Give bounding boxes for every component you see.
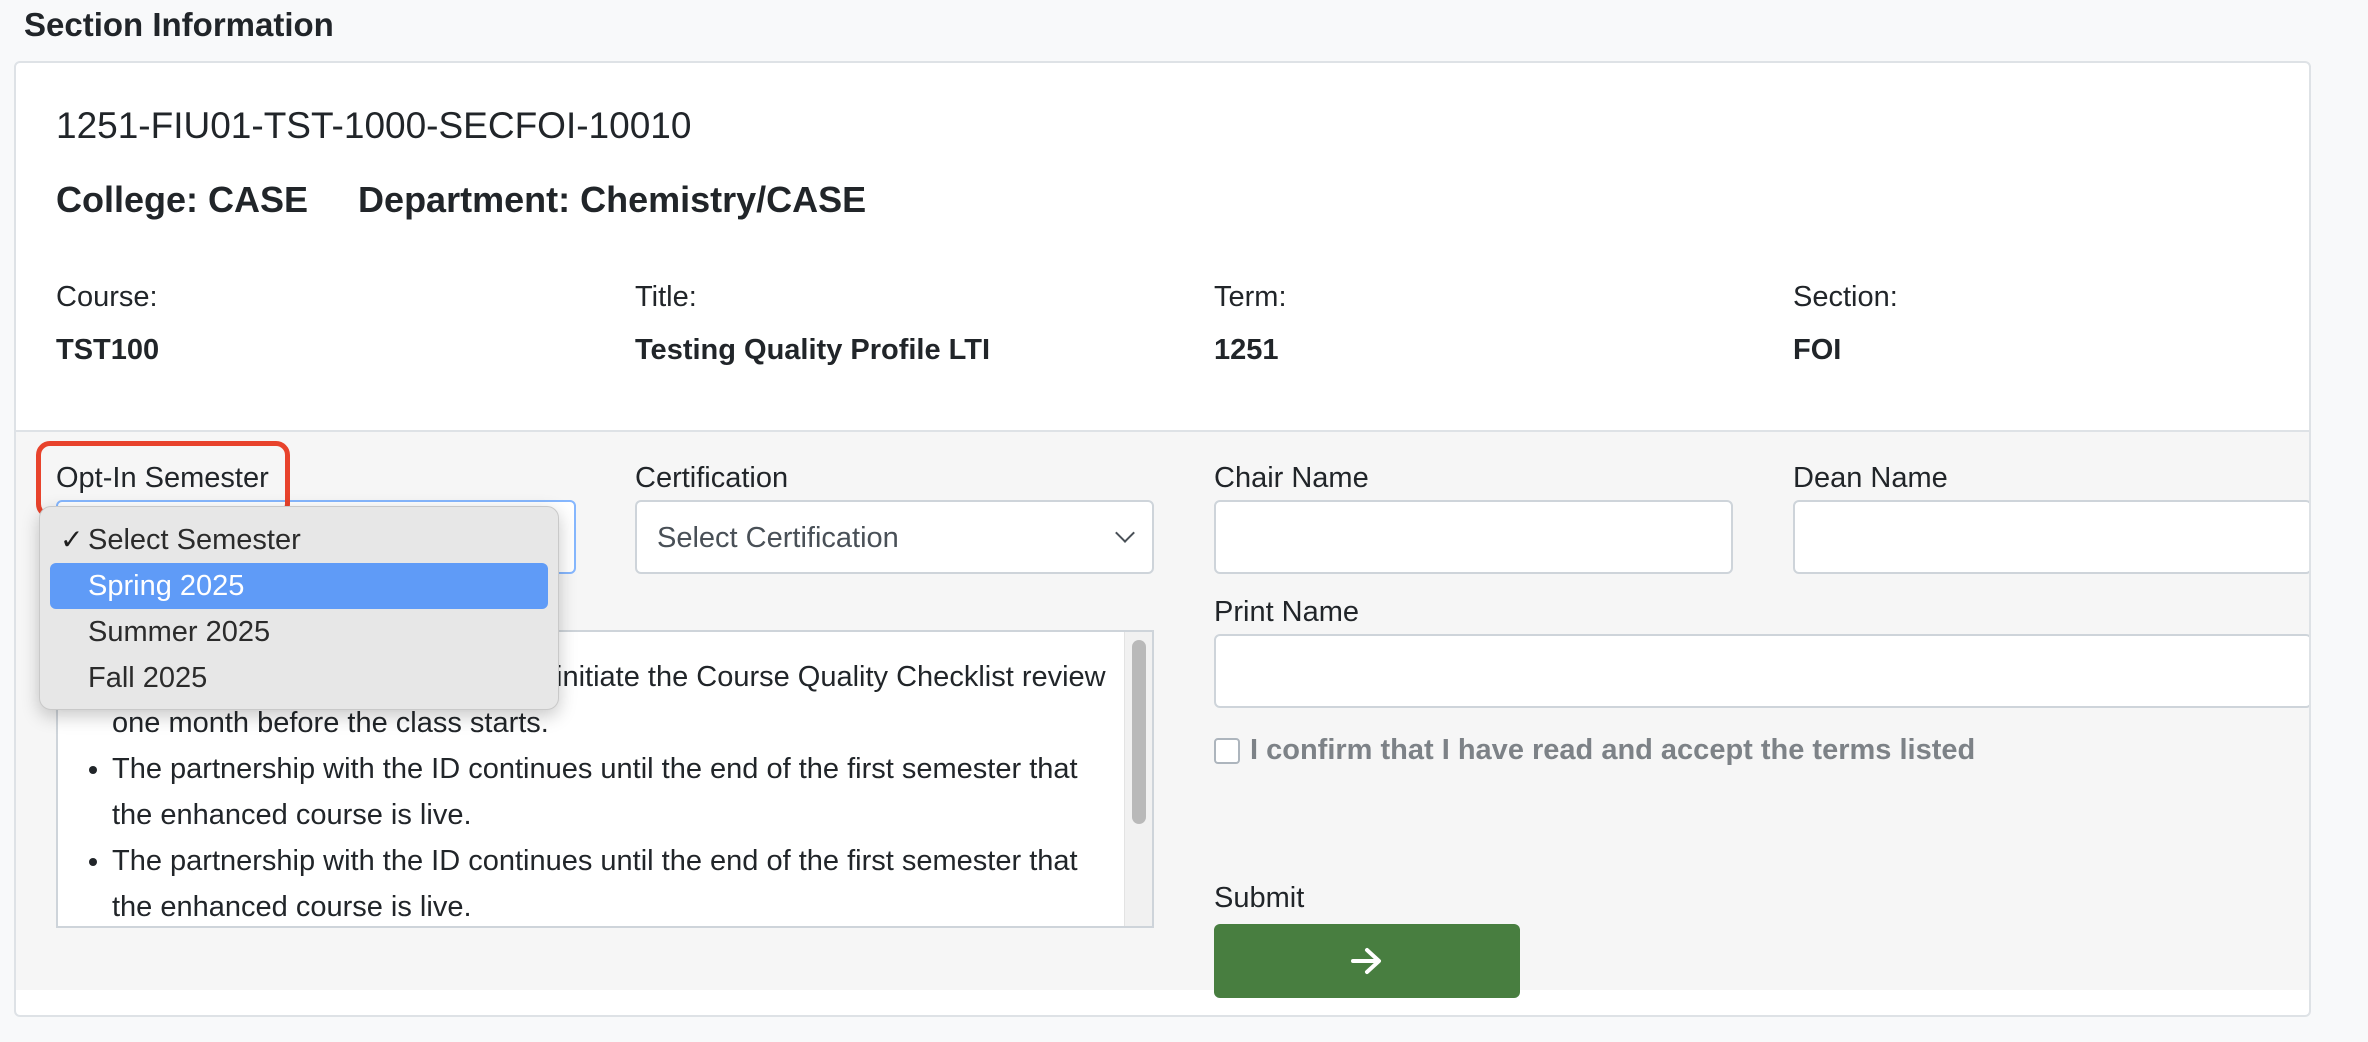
section-value: FOI — [1793, 334, 1842, 366]
terms-item: The partnership with the ID continues un… — [112, 838, 1118, 926]
submit-label: Submit — [1214, 882, 1305, 914]
semester-option-select[interactable]: ✓ Select Semester — [50, 517, 548, 563]
semester-option-label: Summer 2025 — [88, 616, 271, 648]
chair-name-label: Chair Name — [1214, 462, 1369, 494]
print-name-label: Print Name — [1214, 596, 1360, 628]
course-value: TST100 — [56, 334, 160, 366]
opt-in-semester-label: Opt-In Semester — [56, 462, 269, 494]
certification-label: Certification — [635, 462, 789, 494]
section-label: Section: — [1793, 281, 1898, 313]
department-name: Department: Chemistry/CASE — [358, 179, 867, 220]
dean-name-input[interactable] — [1793, 500, 2309, 574]
college-name: College: CASE — [56, 179, 309, 220]
semester-option-fall-2025[interactable]: Fall 2025 — [50, 655, 548, 701]
checkmark-icon: ✓ — [60, 524, 84, 555]
print-name-input[interactable] — [1214, 634, 2309, 708]
certification-select-value: Select Certification — [657, 522, 899, 554]
submit-button[interactable] — [1214, 924, 1520, 998]
dean-name-label: Dean Name — [1793, 462, 1948, 494]
college-department-line: College: CASE Department: Chemistry/CASE — [56, 179, 916, 221]
semester-dropdown-menu: ✓ Select Semester Spring 2025 Summer 202… — [39, 506, 559, 710]
terms-scrollbar-thumb[interactable] — [1132, 640, 1146, 824]
page-heading: Section Information — [24, 6, 334, 43]
terms-scrollbar[interactable] — [1124, 632, 1152, 926]
term-value: 1251 — [1214, 334, 1279, 366]
certification-select[interactable]: Select Certification — [635, 500, 1154, 574]
course-label: Course: — [56, 281, 158, 313]
title-label: Title: — [635, 281, 697, 313]
terms-item: The partnership with the ID continues un… — [112, 746, 1118, 838]
chair-name-input[interactable] — [1214, 500, 1733, 574]
title-info: Title: Testing Quality Profile LTI — [635, 281, 990, 367]
semester-option-label: Select Semester — [88, 524, 301, 556]
section-code: 1251-FIU01-TST-1000-SECFOI-10010 — [56, 105, 692, 146]
confirm-terms-checkbox[interactable] — [1214, 737, 1240, 764]
arrow-right-icon — [1351, 948, 1381, 974]
semester-option-label: Fall 2025 — [88, 662, 208, 694]
confirm-terms: I confirm that I have read and accept th… — [1214, 734, 1975, 767]
semester-option-spring-2025[interactable]: Spring 2025 — [50, 563, 548, 609]
confirm-terms-label[interactable]: I confirm that I have read and accept th… — [1250, 734, 1975, 767]
term-label: Term: — [1214, 281, 1287, 313]
chevron-down-icon — [1115, 523, 1135, 543]
semester-option-summer-2025[interactable]: Summer 2025 — [50, 609, 548, 655]
semester-option-label: Spring 2025 — [88, 570, 245, 602]
section-info: Section: FOI — [1793, 281, 1898, 367]
term-info: Term: 1251 — [1214, 281, 1287, 367]
title-value: Testing Quality Profile LTI — [635, 334, 991, 366]
course-info: Course: TST100 — [56, 281, 159, 367]
